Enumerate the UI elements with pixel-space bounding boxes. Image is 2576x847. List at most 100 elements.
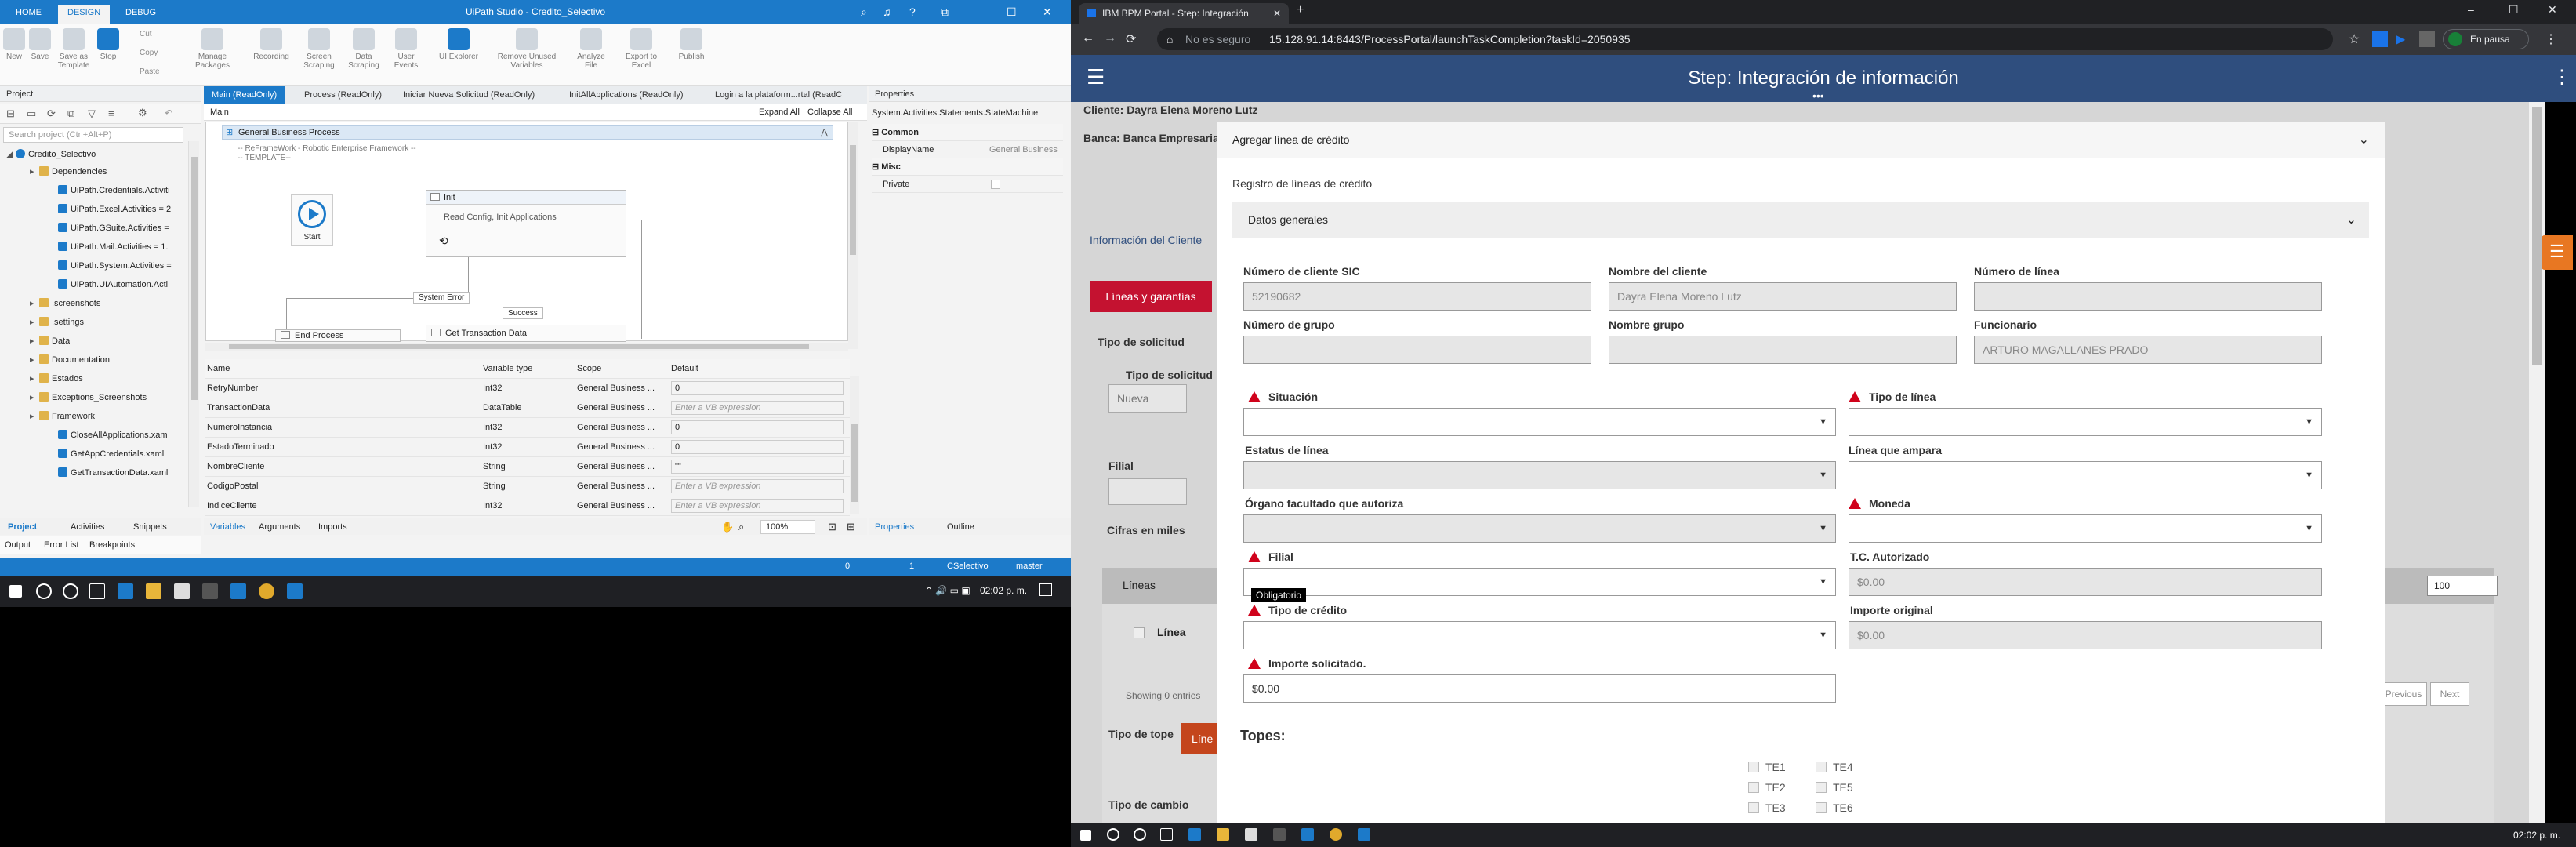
reload-icon[interactable]: ⟳ — [1126, 31, 1136, 47]
lineas-orange-button[interactable]: Líne — [1181, 723, 1220, 754]
hand-icon[interactable]: ✋ — [721, 521, 734, 533]
nombre-cliente-field[interactable]: Dayra Elena Moreno Lutz — [1609, 282, 1957, 311]
uipath-robot-icon[interactable] — [287, 583, 303, 599]
tc-autorizado-field[interactable]: $0.00 — [1849, 568, 2322, 596]
help-icon[interactable]: ? — [909, 5, 916, 18]
uipath-taskbar-icon[interactable] — [1301, 828, 1314, 841]
branch-name[interactable]: master — [1016, 562, 1043, 571]
project-scrollbar[interactable] — [188, 141, 199, 507]
get-transaction-state[interactable]: Get Transaction Data — [426, 325, 626, 342]
filial-bg-select[interactable] — [1108, 478, 1187, 505]
browser-tab[interactable]: IBM BPM Portal - Step: Integración ✕ — [1079, 3, 1289, 24]
tipo-linea-select[interactable]: ▼ — [1849, 408, 2322, 436]
cortana-icon[interactable] — [63, 583, 78, 599]
chrome-icon[interactable] — [259, 583, 274, 599]
doc-tab-main[interactable]: Main (ReadOnly) — [204, 86, 285, 104]
activities-tab[interactable]: Activities — [71, 522, 104, 532]
tree-item[interactable]: ▸ Dependencies — [30, 163, 107, 180]
zoom-icon[interactable]: ⌕ — [738, 521, 744, 533]
export-to-excel-button[interactable]: Export to Excel — [619, 28, 663, 70]
close-window-icon[interactable]: ✕ — [2548, 3, 2557, 16]
collapse-icon[interactable]: ⊟ — [6, 107, 15, 120]
funcionario-field[interactable]: ARTURO MAGALLANES PRADO — [1974, 336, 2322, 364]
te4-checkbox[interactable]: TE4 — [1816, 761, 1853, 773]
paste-button[interactable]: Paste — [140, 67, 160, 76]
modal-header[interactable]: Agregar línea de crédito ⌄ — [1217, 122, 2385, 158]
list-icon[interactable]: ≡ — [108, 107, 114, 119]
tree-item[interactable]: GetTransactionData.xaml — [49, 464, 168, 482]
imports-tab[interactable]: Imports — [318, 522, 347, 532]
output-tab[interactable]: Output — [5, 540, 31, 550]
ui-explorer-button[interactable]: UI Explorer — [437, 28, 480, 61]
moneda-select[interactable]: ▼ — [1849, 514, 2322, 543]
tipo-credito-select[interactable]: ▼ — [1243, 621, 1836, 649]
minimize-icon[interactable]: – — [972, 5, 978, 18]
kebab-menu-icon[interactable]: ⋮ — [2552, 66, 2571, 89]
variable-row[interactable]: CodigoPostal String General Business ... En… — [205, 477, 850, 496]
te5-checkbox[interactable]: TE5 — [1816, 781, 1853, 794]
project-search-input[interactable]: Search project (Ctrl+Alt+P) — [3, 127, 183, 143]
tree-item[interactable]: GetAppCredentials.xaml — [49, 445, 164, 463]
save-as-template-button[interactable]: Save as Template — [55, 28, 93, 70]
expand-all-button[interactable]: Expand All — [759, 107, 800, 117]
profile-button[interactable]: En pausa — [2443, 29, 2529, 49]
home-icon[interactable]: ⌂ — [1166, 28, 1173, 50]
numero-grupo-field[interactable] — [1243, 336, 1591, 364]
doc-tab-iniciar[interactable]: Iniciar Nueva Solicitud (ReadOnly) — [395, 86, 542, 104]
numero-linea-field[interactable] — [1974, 282, 2322, 311]
tree-item[interactable]: UiPath.UIAutomation.Acti — [49, 276, 168, 293]
lineas-garantias-button[interactable]: Líneas y garantías — [1090, 281, 1212, 312]
gear-icon[interactable]: ⚙ — [138, 107, 147, 119]
properties-misc[interactable]: ⊟ Misc — [872, 158, 1063, 176]
app-icon[interactable] — [202, 583, 218, 599]
doc-tab-login[interactable]: Login a la plataform...rtal (ReadC — [707, 86, 867, 104]
page-size-select[interactable]: 100 — [2427, 576, 2498, 596]
uipath-robot-icon[interactable] — [1358, 828, 1370, 841]
page-scrollbar[interactable] — [2529, 102, 2545, 823]
search-icon[interactable] — [36, 583, 52, 599]
extension-play-icon[interactable]: ▶ — [2396, 31, 2405, 47]
cut-button[interactable]: Cut — [140, 30, 152, 38]
close-tab-icon[interactable]: ✕ — [1273, 3, 1281, 24]
fit-icon[interactable]: ⊡ — [828, 521, 836, 533]
canvas-vscroll[interactable] — [848, 122, 858, 349]
arguments-tab[interactable]: Arguments — [259, 522, 300, 532]
taskbar-clock[interactable]: 02:02 p. m. — [2513, 830, 2560, 841]
tree-item[interactable]: UiPath.Credentials.Activiti — [49, 182, 170, 199]
mail-icon[interactable] — [174, 583, 190, 599]
tree-item[interactable]: ▸ Estados — [30, 370, 83, 387]
filter-icon[interactable]: ▽ — [88, 107, 96, 120]
organo-facultado-select[interactable]: ▼ — [1243, 514, 1836, 543]
tree-item[interactable]: ▸ .settings — [30, 314, 84, 331]
chevron-down-icon[interactable]: ⌄ — [2359, 132, 2369, 147]
private-checkbox[interactable] — [991, 180, 1000, 189]
tree-item[interactable]: CloseAllApplications.xam — [49, 427, 168, 444]
tree-root[interactable]: ◢ Credito_Selectivo — [6, 146, 96, 163]
te2-checkbox[interactable]: TE2 — [1748, 781, 1786, 794]
tree-item[interactable]: ▸ Exceptions_Screenshots — [30, 389, 147, 406]
edge-icon[interactable] — [1188, 828, 1201, 841]
tray-icons[interactable]: ⌃ 🔊 ▭ ▣ — [925, 585, 971, 596]
breakpoints-tab[interactable]: Breakpoints — [89, 540, 135, 550]
nombre-grupo-field[interactable] — [1609, 336, 1957, 364]
maximize-icon[interactable]: ☐ — [1007, 5, 1017, 19]
folder-icon[interactable]: ▭ — [27, 107, 36, 120]
extension-icon[interactable] — [2419, 31, 2435, 47]
doc-tab-process[interactable]: Process (ReadOnly) — [296, 86, 390, 104]
manage-packages-button[interactable]: Manage Packages — [191, 28, 234, 70]
outline-tab[interactable]: Outline — [947, 522, 974, 532]
importe-solicitado-input[interactable]: $0.00 — [1243, 674, 1836, 703]
mail-icon[interactable] — [1245, 828, 1257, 841]
datos-generales-header[interactable]: Datos generales ⌄ — [1232, 202, 2369, 238]
user-events-button[interactable]: User Events — [387, 28, 425, 70]
canvas-hscroll[interactable] — [205, 343, 848, 351]
tree-item[interactable]: UiPath.GSuite.Activities = — [49, 220, 169, 237]
edge-icon[interactable] — [118, 583, 133, 599]
variable-row[interactable]: RetryNumber Int32 General Business ... 0 — [205, 379, 850, 398]
restore-icon[interactable]: ⧉ — [941, 5, 949, 19]
warning-count[interactable]: 1 — [909, 562, 914, 571]
refresh-icon[interactable]: ⟳ — [47, 107, 56, 120]
back-icon[interactable]: ← — [1082, 31, 1094, 45]
variable-row[interactable]: EstadoTerminado Int32 General Business ...… — [205, 438, 850, 457]
notifications-icon[interactable]: ♫ — [883, 5, 891, 18]
